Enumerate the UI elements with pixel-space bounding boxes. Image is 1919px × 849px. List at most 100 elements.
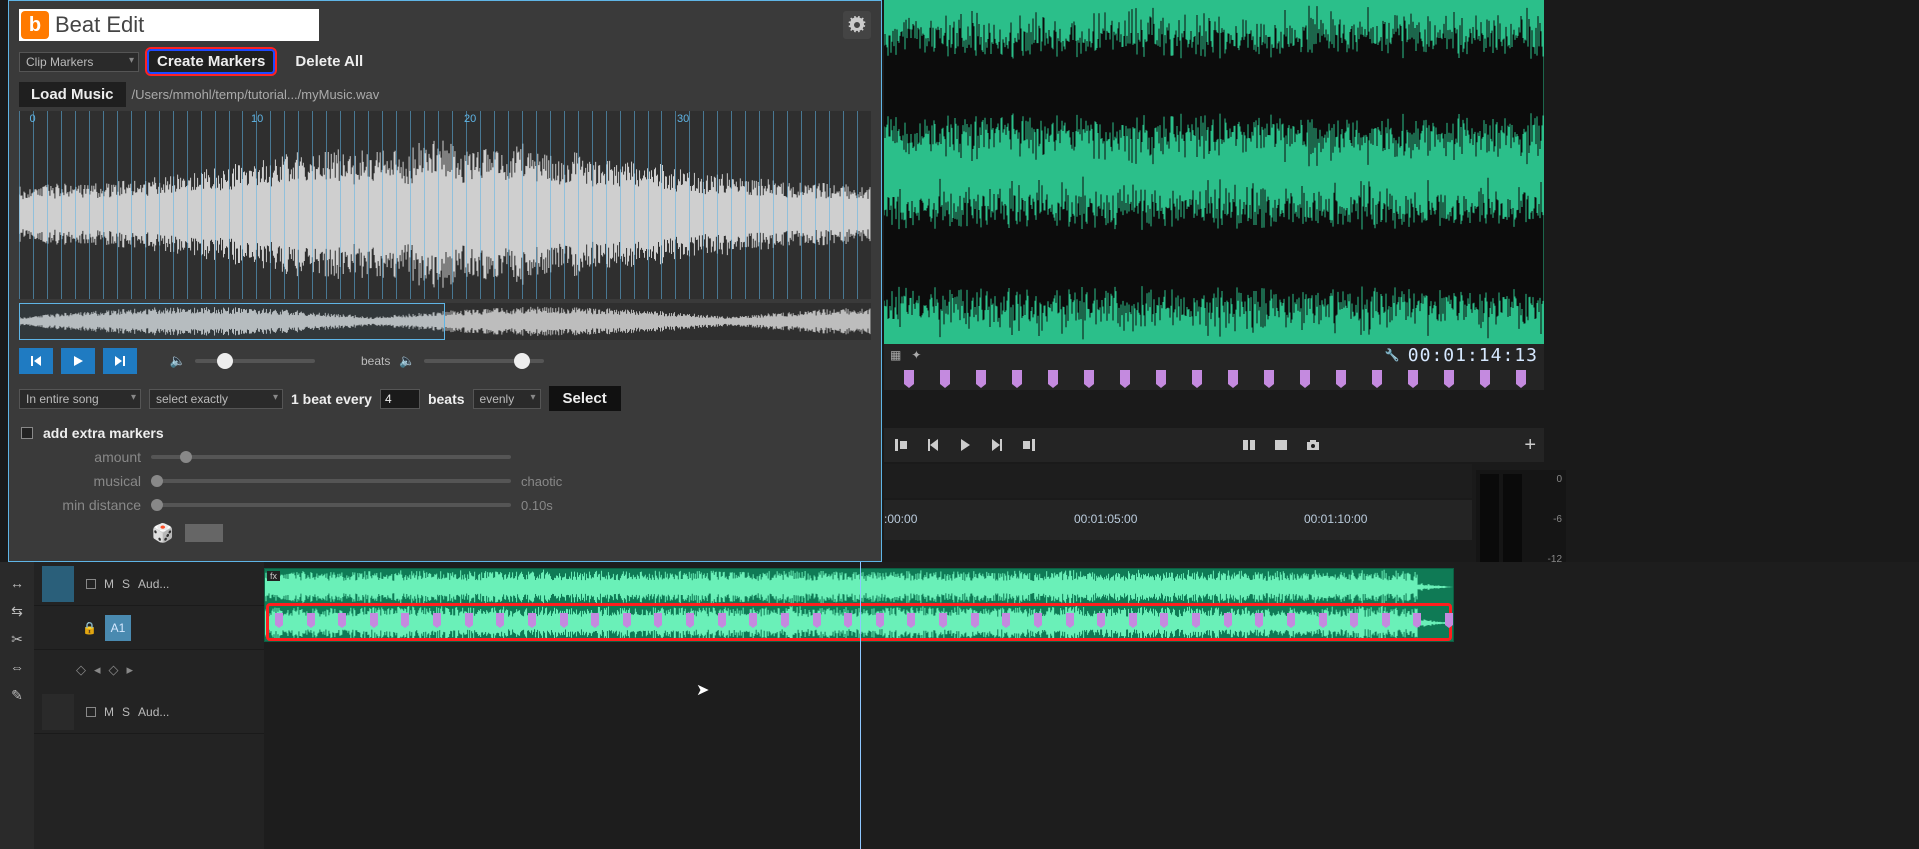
export-frame-button[interactable] <box>1304 436 1322 454</box>
delete-all-button[interactable]: Delete All <box>283 49 375 74</box>
settings-button[interactable] <box>843 11 871 39</box>
track-tag[interactable]: A1 <box>105 615 131 641</box>
selection-tool-icon[interactable]: ↔ <box>8 574 26 592</box>
marker[interactable] <box>976 370 986 384</box>
go-to-start-button[interactable] <box>19 348 53 374</box>
timeline-ruler[interactable]: :00:00 00:01:05:00 00:01:10:00 <box>884 500 1472 540</box>
marker[interactable] <box>904 370 914 384</box>
go-to-end-button[interactable] <box>103 348 137 374</box>
clip-marker[interactable] <box>1097 613 1105 625</box>
marker[interactable] <box>1228 370 1238 384</box>
clip-marker[interactable] <box>1350 613 1358 625</box>
clip-marker[interactable] <box>591 613 599 625</box>
clip-marker[interactable] <box>560 613 568 625</box>
clip-marker[interactable] <box>844 613 852 625</box>
track-header[interactable]: 🔒 A1 <box>34 606 264 650</box>
clip-marker[interactable] <box>1192 613 1200 625</box>
step-back-button[interactable] <box>924 436 942 454</box>
marker[interactable] <box>1264 370 1274 384</box>
marker[interactable] <box>1156 370 1166 384</box>
clip-marker[interactable] <box>1413 613 1421 625</box>
selection-mode-select[interactable]: select exactly <box>149 389 283 409</box>
clip-marker[interactable] <box>401 613 409 625</box>
track-toggle[interactable] <box>86 707 96 717</box>
clip-marker[interactable] <box>1224 613 1232 625</box>
marker[interactable] <box>1084 370 1094 384</box>
main-waveform[interactable]: 0 10 20 30 <box>19 111 871 299</box>
clip-marker[interactable] <box>528 613 536 625</box>
clip-marker[interactable] <box>496 613 504 625</box>
clip-marker[interactable] <box>1034 613 1042 625</box>
marker[interactable] <box>1120 370 1130 384</box>
monitor-marker-track[interactable] <box>884 366 1544 390</box>
musical-chaotic-slider[interactable] <box>151 479 511 483</box>
clip-marker[interactable] <box>433 613 441 625</box>
beats-volume-slider[interactable] <box>424 359 544 363</box>
clip-marker[interactable] <box>275 613 283 625</box>
overview-selection[interactable] <box>19 303 445 340</box>
track-toggle[interactable] <box>86 579 96 589</box>
play-button[interactable] <box>61 348 95 374</box>
marker[interactable] <box>940 370 950 384</box>
step-forward-button[interactable] <box>988 436 1006 454</box>
load-music-button[interactable]: Load Music <box>19 82 126 107</box>
clip-marker[interactable] <box>939 613 947 625</box>
source-monitor-waveform[interactable] <box>884 0 1544 344</box>
randomize-button[interactable]: 🎲 <box>151 521 175 545</box>
marker[interactable] <box>1048 370 1058 384</box>
solo-button[interactable]: S <box>122 705 130 719</box>
overview-waveform[interactable] <box>19 303 871 340</box>
clip-marker[interactable] <box>1287 613 1295 625</box>
insert-mark-out-button[interactable] <box>1020 436 1038 454</box>
mute-button[interactable]: M <box>104 705 114 719</box>
playhead[interactable] <box>860 562 861 849</box>
marker[interactable] <box>1192 370 1202 384</box>
clip-marker[interactable] <box>623 613 631 625</box>
clip-marker[interactable] <box>465 613 473 625</box>
solo-button[interactable]: S <box>122 577 130 591</box>
clip-marker[interactable] <box>1066 613 1074 625</box>
track-header[interactable]: M S Aud... <box>34 690 264 734</box>
track-keyframe-row[interactable]: ◇◂◇▸ <box>34 650 264 690</box>
selection-scope-select[interactable]: In entire song <box>19 389 141 409</box>
overwrite-button[interactable] <box>1272 436 1290 454</box>
time-ruler[interactable]: 0 10 20 30 <box>19 111 871 129</box>
lock-icon[interactable]: 🔒 <box>82 621 97 635</box>
clip-marker[interactable] <box>654 613 662 625</box>
mute-button[interactable]: M <box>104 577 114 591</box>
marker[interactable] <box>1336 370 1346 384</box>
clip-marker[interactable] <box>307 613 315 625</box>
clip-marker[interactable] <box>718 613 726 625</box>
min-distance-slider[interactable] <box>151 503 511 507</box>
insert-button[interactable] <box>1240 436 1258 454</box>
marker[interactable] <box>1372 370 1382 384</box>
track-clip-area[interactable]: fx ➤ <box>264 562 1919 849</box>
clip-marker[interactable] <box>1160 613 1168 625</box>
audio-clip[interactable]: fx <box>264 568 1454 642</box>
clip-marker[interactable] <box>1445 613 1453 625</box>
clip-marker[interactable] <box>1129 613 1137 625</box>
amount-slider[interactable] <box>151 455 511 459</box>
select-beats-button[interactable]: Select <box>549 386 621 411</box>
clip-marker[interactable] <box>1382 613 1390 625</box>
clip-marker[interactable] <box>749 613 757 625</box>
clip-marker[interactable] <box>876 613 884 625</box>
slip-tool-icon[interactable]: ⇔ <box>8 658 26 676</box>
marker[interactable] <box>1300 370 1310 384</box>
track-header[interactable]: M S Aud... <box>34 562 264 606</box>
monitor-tool-icon[interactable]: ▦ <box>890 348 901 362</box>
wrench-icon[interactable]: 🔧 <box>1385 348 1400 362</box>
marker[interactable] <box>1480 370 1490 384</box>
clip-marker[interactable] <box>907 613 915 625</box>
razor-tool-icon[interactable]: ✂ <box>8 630 26 648</box>
pen-tool-icon[interactable]: ✎ <box>8 686 26 704</box>
marker[interactable] <box>1408 370 1418 384</box>
marker[interactable] <box>1444 370 1454 384</box>
clip-marker[interactable] <box>1002 613 1010 625</box>
distribution-select[interactable]: evenly <box>473 389 541 409</box>
marker[interactable] <box>1516 370 1526 384</box>
clip-marker[interactable] <box>813 613 821 625</box>
beat-interval-input[interactable] <box>380 389 420 409</box>
add-button[interactable]: + <box>1524 434 1536 457</box>
clip-marker[interactable] <box>781 613 789 625</box>
